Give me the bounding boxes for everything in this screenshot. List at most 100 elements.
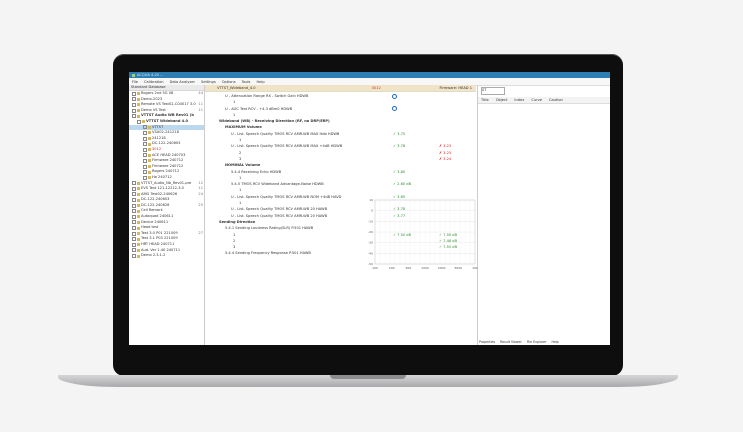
- folder-icon: [137, 92, 140, 96]
- bottom-tab[interactable]: File Explorer: [527, 340, 547, 345]
- expand-icon[interactable]: [132, 108, 136, 113]
- y-tick-label: -20: [368, 230, 373, 234]
- folder-icon: [137, 114, 140, 118]
- expand-icon[interactable]: [132, 254, 136, 259]
- folder-icon: [137, 181, 140, 185]
- y-tick-label: 10: [369, 198, 373, 202]
- folder-icon: [137, 109, 140, 113]
- folder-icon: [137, 232, 140, 236]
- expand-icon[interactable]: [132, 102, 136, 107]
- folder-icon: [137, 254, 140, 258]
- folder-icon: [148, 153, 151, 157]
- folder-icon: [137, 209, 140, 213]
- x-tick-label: 5000: [455, 266, 463, 270]
- folder-icon: [148, 176, 151, 180]
- folder-icon: [137, 198, 140, 202]
- pending-icon: [392, 93, 397, 99]
- expand-icon[interactable]: [137, 119, 141, 124]
- expand-icon[interactable]: [143, 153, 147, 158]
- expand-icon[interactable]: [132, 237, 136, 242]
- menu-item[interactable]: Help: [256, 80, 264, 84]
- column-header[interactable]: Title: [481, 97, 489, 103]
- expand-icon[interactable]: [143, 175, 147, 180]
- folder-icon: [148, 148, 151, 152]
- bottom-tab[interactable]: Help: [551, 340, 558, 345]
- expand-icon[interactable]: [143, 136, 147, 141]
- expand-icon[interactable]: [143, 164, 147, 169]
- folder-icon: [137, 226, 140, 230]
- x-tick-label: 1000: [421, 266, 429, 270]
- expand-icon[interactable]: [132, 248, 136, 253]
- tree-item[interactable]: Demo 2.3.1.2: [129, 253, 204, 259]
- expand-icon[interactable]: [132, 242, 136, 247]
- folder-icon: [137, 243, 140, 247]
- x-tick-label: 2000: [438, 266, 446, 270]
- column-header[interactable]: Object: [496, 97, 508, 103]
- expand-icon[interactable]: [132, 186, 136, 191]
- bottom-tab[interactable]: Properties: [479, 340, 495, 345]
- tree-item-count: 27: [198, 230, 203, 235]
- bottom-tab[interactable]: Result Viewer: [500, 340, 522, 345]
- menu-item[interactable]: Calibration: [144, 80, 164, 84]
- expand-icon[interactable]: [132, 226, 136, 231]
- expand-icon[interactable]: [132, 97, 136, 102]
- tab-firmware: Firmware: HEAD 1: [439, 86, 472, 90]
- folder-icon: [148, 159, 151, 163]
- folder-icon: [137, 215, 140, 219]
- expand-icon[interactable]: [143, 147, 147, 152]
- expand-icon[interactable]: [143, 125, 147, 130]
- tree-item-count: 44: [198, 91, 203, 95]
- expand-icon[interactable]: [143, 170, 147, 175]
- menu-item[interactable]: Settings: [201, 80, 216, 84]
- folder-icon: [137, 97, 140, 101]
- expand-icon[interactable]: [132, 203, 136, 208]
- result-panel: ST Title Object Index Curve Caution: [477, 85, 610, 345]
- tab-flag: 3012: [371, 86, 381, 90]
- menu-item[interactable]: Options: [222, 80, 236, 84]
- expand-icon[interactable]: [132, 214, 136, 219]
- menu-item[interactable]: File: [132, 80, 138, 84]
- pending-icon: [392, 106, 397, 112]
- expand-icon[interactable]: [132, 192, 136, 197]
- result-dropdown[interactable]: ST: [481, 87, 505, 95]
- expand-icon[interactable]: [143, 130, 147, 135]
- folder-icon: [137, 192, 140, 196]
- expand-icon[interactable]: [132, 209, 136, 214]
- laptop-notch: [330, 375, 406, 379]
- column-header[interactable]: Curve: [531, 97, 542, 103]
- x-tick-label: 100: [372, 266, 378, 270]
- y-tick-label: -40: [368, 251, 373, 255]
- menu-item[interactable]: Data Analyzer: [170, 80, 195, 84]
- folder-icon: [137, 220, 140, 224]
- menu-item[interactable]: Tools: [242, 80, 251, 84]
- test-plan-tab[interactable]: VTTST_Wideband_4.0 3012 Firmware: HEAD 1: [205, 85, 476, 92]
- expand-icon[interactable]: [132, 231, 136, 236]
- result-columns: Title Object Index Curve Caution: [478, 97, 610, 104]
- folder-icon: [148, 142, 151, 146]
- tree-item-count: 11: [198, 107, 203, 112]
- column-header[interactable]: Index: [514, 97, 524, 103]
- y-tick-label: -10: [368, 219, 373, 223]
- tab-title: VTTST_Wideband_4.0: [217, 86, 256, 90]
- folder-icon: [148, 137, 151, 141]
- expand-icon[interactable]: [143, 158, 147, 163]
- folder-icon: [137, 237, 140, 241]
- folder-icon: [148, 131, 151, 135]
- column-header[interactable]: Caution: [549, 97, 563, 103]
- bottom-tabs: Properties Result Viewer File Explorer Help: [479, 340, 559, 345]
- tree-item-label: Demo 2.3.1.2: [141, 253, 166, 258]
- expand-icon[interactable]: [132, 198, 136, 203]
- window-title: ACQUA 4.20 ...: [137, 73, 164, 77]
- expand-icon[interactable]: [132, 114, 136, 119]
- expand-icon[interactable]: [132, 220, 136, 225]
- test-label: 5.4.4 Sending Frequency Response P.501 H…: [225, 251, 311, 256]
- expand-icon[interactable]: [143, 142, 147, 147]
- expand-icon[interactable]: [132, 91, 136, 96]
- folder-icon: [148, 125, 151, 129]
- tree-item-count: 25: [198, 202, 203, 207]
- tree-item-count: 24: [198, 191, 203, 196]
- x-tick-label: 10k: [472, 266, 478, 270]
- expand-icon[interactable]: [132, 181, 136, 186]
- app-icon: [132, 73, 135, 77]
- x-tick-label: 200: [389, 266, 395, 270]
